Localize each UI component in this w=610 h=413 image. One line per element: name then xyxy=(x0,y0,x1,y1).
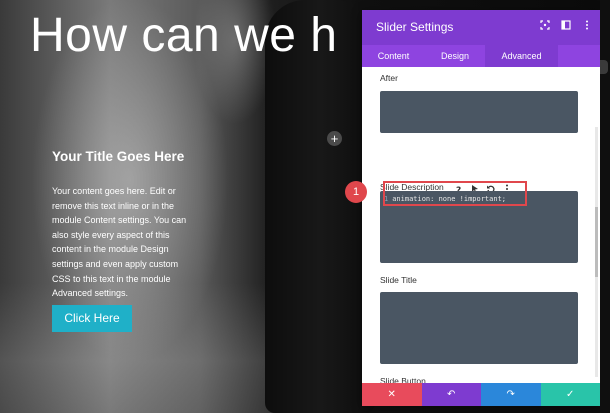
sidebar-toggle-icon[interactable] xyxy=(561,20,571,32)
highlight-frame xyxy=(383,181,527,206)
slider-settings-panel: Slider Settings Content Design Advanced … xyxy=(362,10,600,406)
add-module-plus-icon[interactable]: + xyxy=(327,131,342,146)
panel-footer: ✕ ↶ ↷ ✓ xyxy=(362,383,600,406)
slide-description: Your content goes here. Edit or remove t… xyxy=(52,186,187,299)
step-badge: 1 xyxy=(345,181,367,203)
panel-body: After Slide Description ? 1 animation: no… xyxy=(362,67,600,386)
tab-advanced[interactable]: Advanced xyxy=(485,45,558,67)
panel-title: Slider Settings xyxy=(376,20,454,34)
save-button[interactable]: ✓ xyxy=(540,383,600,406)
more-icon[interactable] xyxy=(582,20,592,32)
panel-header: Slider Settings xyxy=(362,10,600,45)
redo-button[interactable]: ↷ xyxy=(481,383,541,406)
panel-scrollbar[interactable] xyxy=(595,127,598,377)
expand-icon[interactable] xyxy=(540,20,550,32)
tab-design[interactable]: Design xyxy=(425,45,485,67)
slide-title: Your Title Goes Here xyxy=(52,149,185,164)
cancel-button[interactable]: ✕ xyxy=(362,383,422,406)
panel-tabs: Content Design Advanced xyxy=(362,45,600,67)
tab-content[interactable]: Content xyxy=(362,45,425,67)
click-here-button[interactable]: Click Here xyxy=(52,305,132,332)
slide-title-css-field[interactable] xyxy=(380,292,578,364)
hero-heading: How can we h xyxy=(30,9,338,62)
undo-button[interactable]: ↶ xyxy=(421,383,481,406)
right-edge-handle[interactable] xyxy=(600,60,608,74)
after-label: After xyxy=(380,73,398,83)
panel-header-icons xyxy=(540,20,592,32)
slide-title-label: Slide Title xyxy=(380,275,417,285)
right-edge xyxy=(600,0,610,413)
panel-scrollbar-thumb[interactable] xyxy=(595,207,598,277)
after-css-field[interactable] xyxy=(380,91,578,133)
